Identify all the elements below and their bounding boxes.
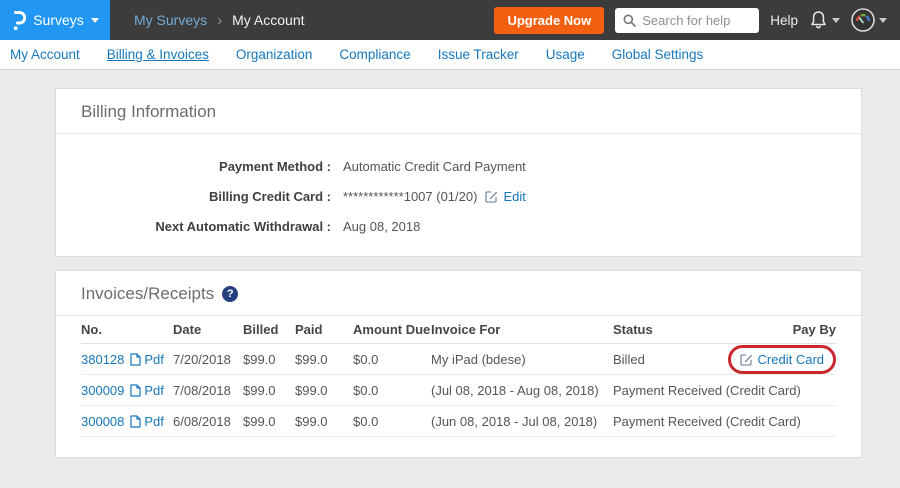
billing-card-header: Billing Information bbox=[56, 89, 861, 134]
invoice-paid: $99.0 bbox=[295, 383, 353, 398]
upgrade-now-button[interactable]: Upgrade Now bbox=[494, 7, 604, 34]
table-row: 380128 Pdf 7/20/2018 $99.0 $99.0 $0 bbox=[81, 344, 836, 375]
invoice-billed: $99.0 bbox=[243, 383, 295, 398]
edit-credit-card-link[interactable]: Edit bbox=[485, 189, 525, 204]
col-date: Date bbox=[173, 322, 243, 337]
pdf-file-icon bbox=[130, 384, 141, 397]
account-nav-tabs: My Account Billing & Invoices Organizati… bbox=[0, 40, 900, 70]
billing-credit-card-label: Billing Credit Card : bbox=[81, 189, 331, 204]
tab-usage[interactable]: Usage bbox=[546, 47, 585, 62]
invoice-amount-due: $0.0 bbox=[353, 414, 431, 429]
invoice-for: (Jun 08, 2018 - Jul 08, 2018) bbox=[431, 414, 613, 429]
col-invoice-for: Invoice For bbox=[431, 322, 613, 337]
page-content: Billing Information Payment Method : Aut… bbox=[0, 70, 900, 458]
payment-method-value: Automatic Credit Card Payment bbox=[343, 159, 526, 174]
invoices-receipts-card: Invoices/Receipts ? No. Date Billed Paid… bbox=[55, 270, 862, 458]
col-status: Status bbox=[613, 322, 726, 337]
brand-logo-icon bbox=[11, 10, 26, 31]
invoice-number-link[interactable]: 300009 bbox=[81, 383, 124, 398]
invoice-date: 7/08/2018 bbox=[173, 383, 243, 398]
next-withdrawal-label: Next Automatic Withdrawal : bbox=[81, 219, 331, 234]
tab-my-account[interactable]: My Account bbox=[10, 47, 80, 62]
invoice-date: 6/08/2018 bbox=[173, 414, 243, 429]
tab-issue-tracker[interactable]: Issue Tracker bbox=[438, 47, 519, 62]
invoices-table-header: No. Date Billed Paid Amount Due Invoice … bbox=[81, 316, 836, 344]
invoice-billed: $99.0 bbox=[243, 414, 295, 429]
invoice-number-link[interactable]: 380128 bbox=[81, 352, 124, 367]
chevron-down-icon bbox=[879, 18, 887, 23]
pdf-file-icon bbox=[130, 415, 141, 428]
breadcrumb-current: My Account bbox=[232, 12, 304, 28]
payment-method-row: Payment Method : Automatic Credit Card P… bbox=[81, 159, 836, 174]
col-paid: Paid bbox=[295, 322, 353, 337]
product-menu-label: Surveys bbox=[33, 12, 84, 28]
invoices-card-title: Invoices/Receipts bbox=[81, 284, 214, 304]
pay-by-link-label: Credit Card bbox=[758, 352, 824, 367]
invoice-status: Payment Received (Credit Card) bbox=[613, 383, 726, 398]
invoice-for: (Jul 08, 2018 - Aug 08, 2018) bbox=[431, 383, 613, 398]
pdf-link[interactable]: Pdf bbox=[130, 352, 164, 367]
table-row: 300009 Pdf 7/08/2018 $99.0 $99.0 $0 bbox=[81, 375, 836, 406]
chevron-down-icon bbox=[91, 18, 99, 23]
help-link[interactable]: Help bbox=[770, 13, 798, 28]
breadcrumb: My Surveys › My Account bbox=[134, 12, 305, 29]
invoice-number-link[interactable]: 300008 bbox=[81, 414, 124, 429]
product-menu[interactable]: Surveys bbox=[0, 0, 110, 40]
col-billed: Billed bbox=[243, 322, 295, 337]
search-input[interactable] bbox=[642, 13, 751, 28]
billing-info-body: Payment Method : Automatic Credit Card P… bbox=[56, 134, 861, 256]
invoice-status: Billed bbox=[613, 352, 726, 367]
invoice-billed: $99.0 bbox=[243, 352, 295, 367]
edit-pencil-icon bbox=[740, 353, 753, 366]
invoice-paid: $99.0 bbox=[295, 352, 353, 367]
invoice-amount-due: $0.0 bbox=[353, 352, 431, 367]
pdf-link-label: Pdf bbox=[144, 352, 164, 367]
bell-icon bbox=[809, 10, 828, 30]
edit-pencil-icon bbox=[485, 190, 498, 203]
pdf-file-icon bbox=[130, 353, 141, 366]
chevron-down-icon bbox=[832, 18, 840, 23]
notifications-menu[interactable] bbox=[809, 10, 840, 30]
billing-credit-card-value: ************1007 (01/20) bbox=[343, 189, 477, 204]
billing-credit-card-row: Billing Credit Card : ************1007 (… bbox=[81, 189, 836, 204]
tab-compliance[interactable]: Compliance bbox=[339, 47, 410, 62]
col-amount-due: Amount Due bbox=[353, 322, 431, 337]
pdf-link-label: Pdf bbox=[144, 414, 164, 429]
invoice-amount-due: $0.0 bbox=[353, 383, 431, 398]
tab-organization[interactable]: Organization bbox=[236, 47, 313, 62]
account-menu[interactable] bbox=[851, 8, 887, 32]
invoices-table: No. Date Billed Paid Amount Due Invoice … bbox=[56, 316, 861, 457]
invoice-date: 7/20/2018 bbox=[173, 352, 243, 367]
pdf-link[interactable]: Pdf bbox=[130, 383, 164, 398]
billing-card-title: Billing Information bbox=[81, 102, 216, 122]
pdf-link[interactable]: Pdf bbox=[130, 414, 164, 429]
pay-by-credit-card-link[interactable]: Credit Card bbox=[740, 352, 824, 367]
highlight-annotation: Credit Card bbox=[728, 345, 836, 374]
pdf-link-label: Pdf bbox=[144, 383, 164, 398]
tab-global-settings[interactable]: Global Settings bbox=[612, 47, 704, 62]
col-no: No. bbox=[81, 322, 173, 337]
invoice-status: Payment Received (Credit Card) bbox=[613, 414, 726, 429]
next-withdrawal-value: Aug 08, 2018 bbox=[343, 219, 420, 234]
search-icon bbox=[623, 14, 636, 27]
billing-information-card: Billing Information Payment Method : Aut… bbox=[55, 88, 862, 257]
help-icon[interactable]: ? bbox=[222, 286, 238, 302]
invoice-paid: $99.0 bbox=[295, 414, 353, 429]
col-pay-by: Pay By bbox=[726, 322, 836, 337]
breadcrumb-separator-icon: › bbox=[217, 12, 222, 29]
top-header: Surveys My Surveys › My Account Upgrade … bbox=[0, 0, 900, 40]
table-row: 300008 Pdf 6/08/2018 $99.0 $99.0 $0 bbox=[81, 406, 836, 437]
tab-billing-invoices[interactable]: Billing & Invoices bbox=[107, 47, 209, 62]
edit-link-label: Edit bbox=[503, 189, 525, 204]
invoice-for: My iPad (bdese) bbox=[431, 352, 613, 367]
breadcrumb-parent-link[interactable]: My Surveys bbox=[134, 12, 207, 28]
next-withdrawal-row: Next Automatic Withdrawal : Aug 08, 2018 bbox=[81, 219, 836, 234]
avatar bbox=[851, 8, 875, 32]
invoices-card-header: Invoices/Receipts ? bbox=[56, 271, 861, 316]
header-actions: Upgrade Now Help bbox=[494, 7, 900, 34]
help-search-box[interactable] bbox=[615, 8, 759, 33]
payment-method-label: Payment Method : bbox=[81, 159, 331, 174]
